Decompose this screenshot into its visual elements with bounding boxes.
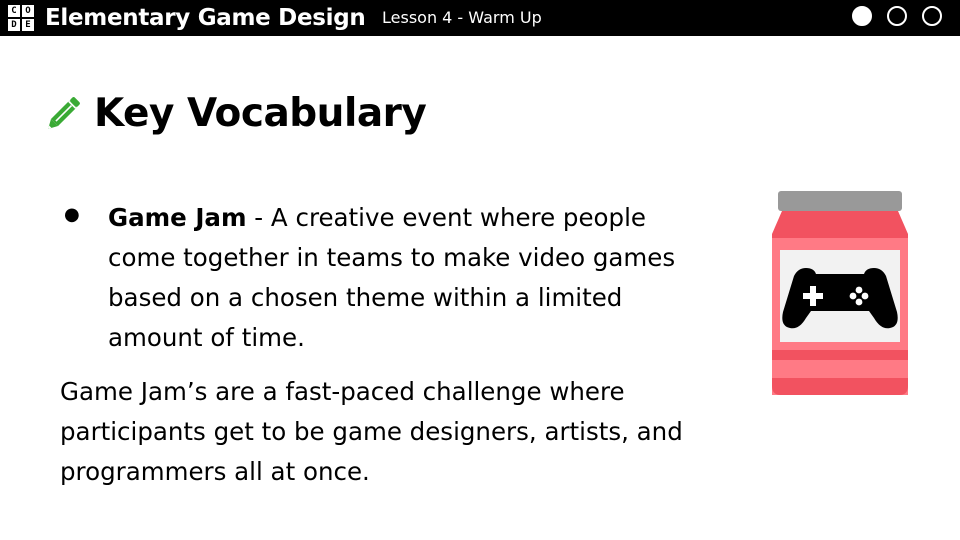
logo-letter: O bbox=[22, 5, 34, 17]
slide-heading: Key Vocabulary bbox=[40, 90, 427, 138]
progress-indicator bbox=[852, 6, 942, 26]
term-separator: - bbox=[246, 203, 271, 232]
heading-text: Key Vocabulary bbox=[94, 91, 427, 136]
lesson-label: Lesson 4 - Warm Up bbox=[382, 8, 542, 27]
course-title: Elementary Game Design bbox=[45, 5, 366, 31]
progress-dot-2 bbox=[887, 6, 907, 26]
top-bar: C O D E Elementary Game Design Lesson 4 … bbox=[0, 0, 960, 36]
logo-letter: E bbox=[22, 19, 34, 31]
progress-dot-3 bbox=[922, 6, 942, 26]
vocabulary-term: Game Jam bbox=[108, 203, 247, 232]
pencil-icon bbox=[48, 97, 80, 129]
logo-letter: D bbox=[8, 19, 20, 31]
bullet-marker: ● bbox=[64, 204, 80, 225]
progress-dot-1 bbox=[852, 6, 872, 26]
bullet-text: Game Jam - A creative event where people… bbox=[108, 198, 704, 358]
logo-letter: C bbox=[8, 5, 20, 17]
game-jam-jar-icon bbox=[772, 191, 908, 395]
code-logo-icon: C O D E bbox=[8, 5, 34, 31]
body-paragraph: Game Jam’s are a fast-paced challenge wh… bbox=[60, 377, 683, 486]
vocabulary-bullet: ● Game Jam - A creative event where peop… bbox=[64, 198, 704, 358]
